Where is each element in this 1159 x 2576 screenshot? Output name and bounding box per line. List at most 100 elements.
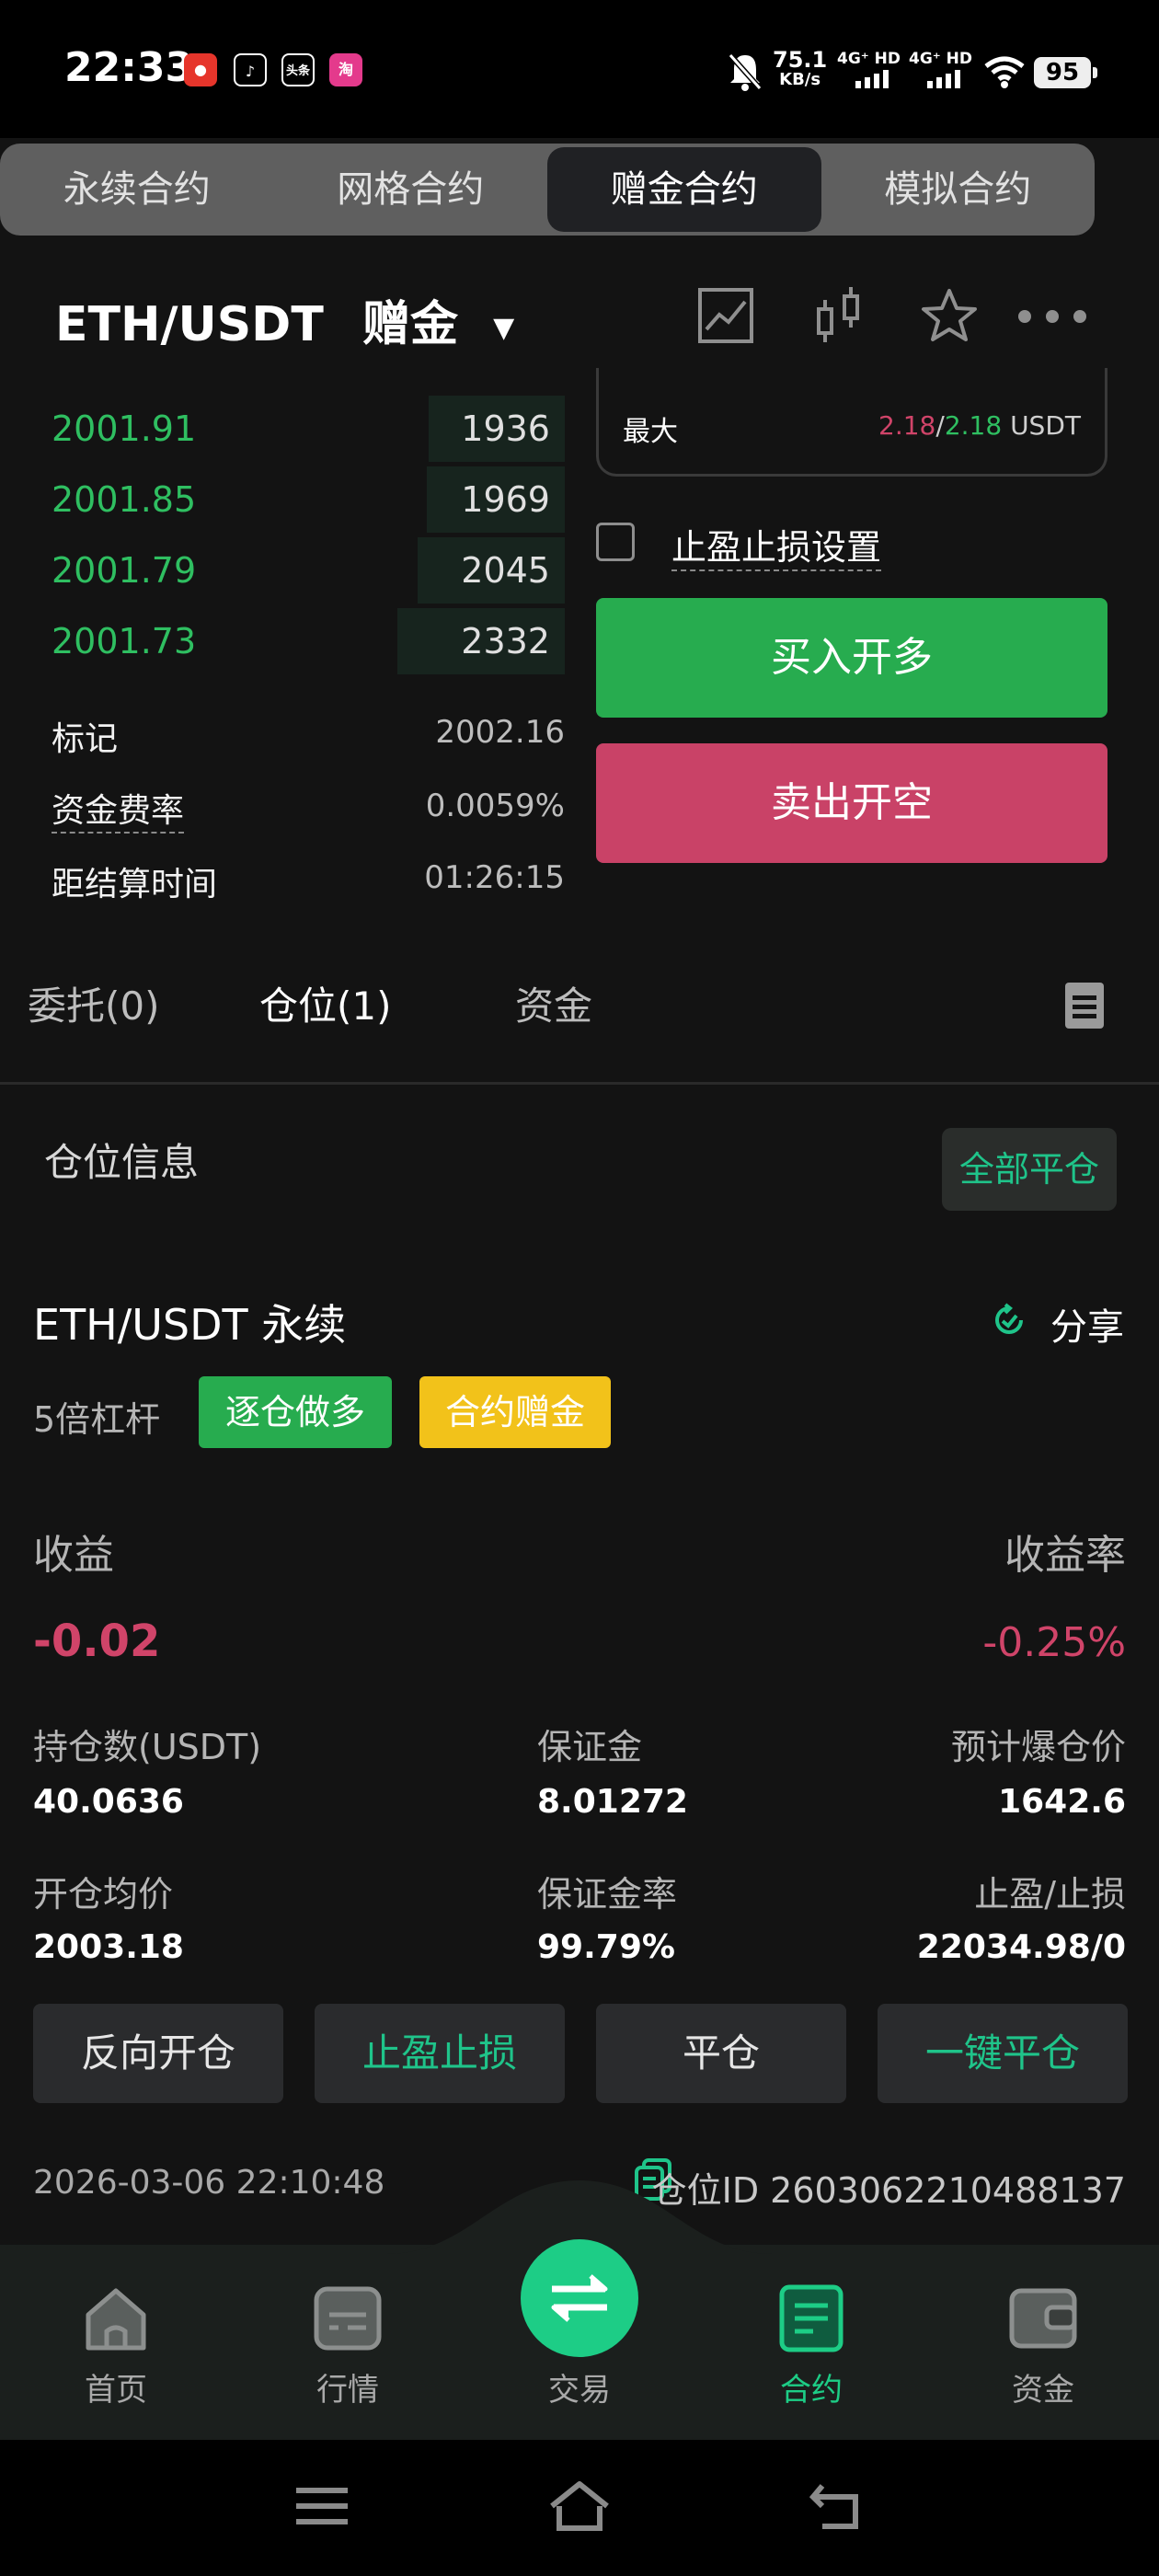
back-icon[interactable] <box>809 2480 865 2532</box>
reverse-open-button[interactable]: 反向开仓 <box>33 2004 283 2103</box>
roe-value: -0.25% <box>982 1619 1126 1666</box>
wifi-icon <box>984 56 1025 88</box>
funding-rate-label[interactable]: 资金费率 <box>52 784 185 834</box>
bid-qty: 2332 <box>461 621 550 661</box>
bid-qty: 2045 <box>461 550 550 591</box>
more-icon[interactable] <box>1017 309 1087 324</box>
mute-bell-icon <box>728 53 763 91</box>
settle-time-value: 01:26:15 <box>424 859 565 896</box>
nav-home[interactable]: 首页 <box>42 2282 189 2409</box>
system-nav-bar <box>0 2440 1159 2576</box>
tpsl-button[interactable]: 止盈止损 <box>315 2004 565 2103</box>
leverage-label: 5倍杠杆 <box>33 1399 161 1440</box>
roe-label: 收益率 <box>1004 1532 1126 1579</box>
orderbook-row[interactable]: 2001.91 1936 <box>0 394 565 464</box>
margin-rate-value: 99.79% <box>537 1928 675 1966</box>
tab-funds[interactable]: 资金 <box>515 975 592 1031</box>
pnl-label: 收益 <box>33 1532 114 1579</box>
wallet-icon <box>1009 2288 1077 2349</box>
document-icon[interactable] <box>1065 983 1104 1029</box>
orderbook: 2001.91 1936 2001.85 1969 2001.79 2045 2… <box>0 394 565 697</box>
app-icon-4: 淘 <box>329 53 362 86</box>
app-icon-3: 头条 <box>281 53 315 86</box>
margin-label: 保证金 <box>537 1727 643 1767</box>
bid-price: 2001.79 <box>52 550 197 591</box>
liq-price-value: 1642.6 <box>998 1783 1126 1821</box>
tpsl-label: 止盈止损设置 <box>671 519 882 571</box>
home-icon <box>86 2288 146 2351</box>
divider <box>0 1082 1159 1085</box>
trade-fab <box>521 2239 638 2357</box>
bid-price: 2001.85 <box>52 479 197 520</box>
share-label: 分享 <box>1050 1306 1124 1349</box>
tpsl-checkbox[interactable] <box>596 523 635 561</box>
tab-perpetual[interactable]: 永续合约 <box>0 144 274 236</box>
signal-1-label: 4G⁺ HD <box>837 50 901 68</box>
max-value: 2.18/2.18 USDT <box>878 410 1081 441</box>
orderbook-row[interactable]: 2001.85 1969 <box>0 465 565 535</box>
pair-mode: 赠金 <box>361 297 458 352</box>
tab-positions[interactable]: 仓位(1) <box>259 975 392 1031</box>
position-symbol: ETH/USDT 永续 <box>33 1300 347 1350</box>
app-icon-2: ♪ <box>234 53 267 86</box>
one-click-close-button[interactable]: 一键平仓 <box>878 2004 1128 2103</box>
sell-short-button[interactable]: 卖出开空 <box>596 743 1107 863</box>
pair-selector[interactable]: ETH/USDT 赠金 ▼ <box>55 285 514 354</box>
nav-contract[interactable]: 合约 <box>738 2282 885 2409</box>
nav-contract-label: 合约 <box>780 2372 843 2409</box>
settle-time-label: 距结算时间 <box>52 866 218 903</box>
home-nav-icon[interactable] <box>548 2480 611 2532</box>
tab-orders[interactable]: 委托(0) <box>28 975 160 1031</box>
share-icon <box>995 1303 1023 1334</box>
star-icon[interactable] <box>920 287 979 344</box>
bid-qty: 1969 <box>461 479 550 520</box>
status-time: 22:33 <box>64 44 194 91</box>
caret-down-icon: ▼ <box>493 311 515 344</box>
funding-rate-value: 0.0059% <box>425 788 565 824</box>
buy-long-button[interactable]: 买入开多 <box>596 598 1107 718</box>
tab-grid[interactable]: 网格合约 <box>274 144 548 236</box>
contract-icon <box>779 2284 843 2352</box>
chart-icon[interactable] <box>697 287 754 344</box>
battery-indicator: 95 <box>1034 57 1097 88</box>
status-bar: 22:33 ● ♪ 头条 淘 75.1 KB/s 4G⁺ HD 4G⁺ HD 9… <box>0 0 1159 138</box>
mark-label: 标记 <box>52 720 119 758</box>
position-time: 2026-03-06 22:10:48 <box>33 2164 385 2202</box>
tab-demo[interactable]: 模拟合约 <box>821 144 1096 236</box>
orderbook-row[interactable]: 2001.73 2332 <box>0 606 565 676</box>
orderbook-row[interactable]: 2001.79 2045 <box>0 535 565 605</box>
margin-value: 8.01272 <box>537 1783 688 1821</box>
bonus-tag: 合约赠金 <box>419 1376 611 1448</box>
position-info-title: 仓位信息 <box>44 1140 200 1185</box>
size-value: 40.0636 <box>33 1783 184 1821</box>
entry-price-value: 2003.18 <box>33 1928 184 1966</box>
close-position-button[interactable]: 平仓 <box>596 2004 846 2103</box>
candlestick-icon[interactable] <box>813 287 865 344</box>
tab-bonus[interactable]: 赠金合约 <box>547 147 821 232</box>
entry-price-label: 开仓均价 <box>33 1874 174 1915</box>
size-label: 持仓数(USDT) <box>33 1727 262 1767</box>
signal-1-bars <box>855 70 889 88</box>
signal-2-bars <box>927 70 960 88</box>
bid-qty: 1936 <box>461 408 550 449</box>
bid-price: 2001.91 <box>52 408 197 449</box>
max-amount-box: 最大 2.18/2.18 USDT <box>596 368 1107 477</box>
nav-wallet-label: 资金 <box>1012 2372 1074 2409</box>
bid-price: 2001.73 <box>52 621 197 661</box>
nav-trade[interactable]: 交易 <box>506 2239 653 2409</box>
nav-home-label: 首页 <box>85 2372 147 2409</box>
tpsl-values: 22034.98/0 <box>916 1928 1126 1966</box>
nav-wallet[interactable]: 资金 <box>970 2282 1117 2409</box>
nav-market[interactable]: 行情 <box>274 2282 421 2409</box>
menu-icon[interactable] <box>296 2484 348 2528</box>
max-label: 最大 <box>623 416 678 448</box>
app-icon-1: ● <box>184 53 217 86</box>
pnl-value: -0.02 <box>33 1616 161 1667</box>
liq-price-label: 预计爆仓价 <box>950 1727 1126 1767</box>
close-all-button[interactable]: 全部平仓 <box>942 1128 1117 1211</box>
nav-market-label: 行情 <box>316 2372 379 2409</box>
net-speed: 75.1 KB/s <box>773 47 828 89</box>
nav-trade-label: 交易 <box>548 2372 611 2409</box>
pair-name: ETH/USDT <box>55 297 324 352</box>
contract-type-tabs: 永续合约 网格合约 赠金合约 模拟合约 <box>0 144 1095 236</box>
